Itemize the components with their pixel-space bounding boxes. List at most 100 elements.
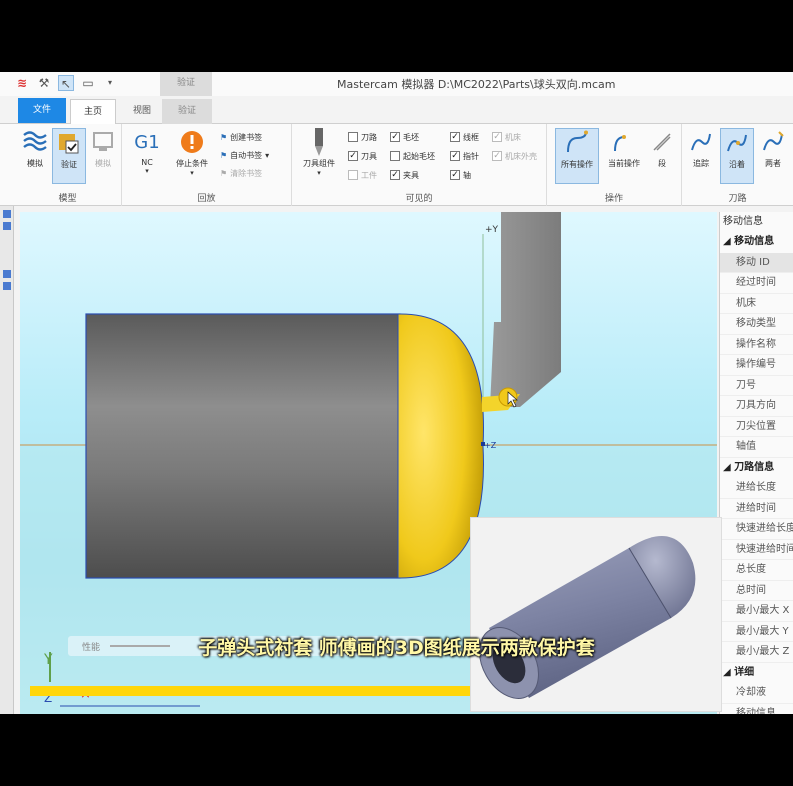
group-label-model: 模型 bbox=[58, 194, 77, 204]
z-axis-label: +Z bbox=[484, 441, 497, 450]
machine-checkbox[interactable]: ✓ 机床 bbox=[492, 130, 521, 144]
both-icon bbox=[759, 128, 787, 156]
row-rapid-time[interactable]: 快速进给时间 bbox=[720, 540, 793, 560]
row-tool-number[interactable]: 刀号 bbox=[720, 376, 793, 396]
row-coolant[interactable]: 冷却液 bbox=[720, 683, 793, 704]
row-machine[interactable]: 机床 bbox=[720, 294, 793, 314]
checkbox-box: ✓ bbox=[390, 131, 400, 142]
nc-button[interactable]: G1 NC ▾ bbox=[130, 128, 164, 176]
nc-label: NC bbox=[141, 158, 153, 167]
tab-view[interactable]: 视图 bbox=[122, 99, 162, 124]
segment-icon bbox=[648, 128, 676, 156]
section-move-info[interactable]: ◢ 移动信息 bbox=[720, 232, 793, 253]
initial-stock-checkbox[interactable]: 起始毛坯 bbox=[390, 149, 435, 163]
row-tip-position[interactable]: 刀尖位置 bbox=[720, 417, 793, 437]
section-toolpath-info[interactable]: ◢ 刀路信息 bbox=[720, 458, 793, 479]
window-title: Mastercam 模拟器 D:\MC2022\Parts\球头双向.mcam bbox=[337, 78, 616, 91]
machine-housing-checkbox-label: 机床外壳 bbox=[505, 151, 537, 161]
wand-icon[interactable]: ⚒ bbox=[36, 75, 52, 91]
fixture-checkbox[interactable]: ✓ 夹具 bbox=[390, 168, 419, 182]
all-operations-label: 所有操作 bbox=[561, 160, 593, 169]
bookmark-add-icon: ⚑ bbox=[220, 132, 228, 142]
workpiece-checkbox[interactable]: 工件 bbox=[348, 168, 377, 182]
create-bookmark-label: 创建书签 bbox=[230, 132, 263, 142]
stock-checkbox[interactable]: ✓ 毛坯 bbox=[390, 130, 419, 144]
row-feed-time[interactable]: 进给时间 bbox=[720, 499, 793, 519]
along-button[interactable]: 沿着 bbox=[720, 128, 754, 184]
machine-housing-checkbox[interactable]: ✓ 机床外壳 bbox=[492, 149, 537, 163]
stock-checkbox-label: 毛坯 bbox=[403, 132, 419, 142]
checkbox-box: ✓ bbox=[348, 150, 358, 161]
dropdown-arrow-icon[interactable]: ▾ bbox=[102, 75, 118, 91]
bookmark-clear-icon: ⚑ bbox=[220, 168, 228, 178]
row-tool-direction[interactable]: 刀具方向 bbox=[720, 396, 793, 417]
row-axis-values[interactable]: 轴值 bbox=[720, 437, 793, 458]
row-operation-name[interactable]: 操作名称 bbox=[720, 335, 793, 355]
section-label: 详细 bbox=[734, 666, 755, 678]
machine-sim-button[interactable]: 模拟 bbox=[86, 128, 120, 169]
group-label-operations: 操作 bbox=[604, 194, 623, 204]
create-bookmark-button[interactable]: ⚑ 创建书签 bbox=[220, 130, 262, 144]
quick-access-toolbar: ≋ ⚒ ↖ ▭ ▾ bbox=[14, 75, 118, 91]
tab-verify[interactable]: 验证 bbox=[162, 99, 212, 124]
toolpath-checkbox-label: 刀路 bbox=[361, 132, 377, 142]
segment-button[interactable]: 段 bbox=[647, 128, 677, 169]
caption-highlight-bar bbox=[30, 686, 470, 696]
group-label-visible: 可见的 bbox=[405, 194, 433, 204]
ribbon-group-operations: 所有操作 当前操作 段 操作 bbox=[547, 124, 682, 206]
axes-checkbox[interactable]: ✓ 轴 bbox=[450, 168, 471, 182]
clear-bookmark-button[interactable]: ⚑ 清除书签 bbox=[220, 166, 262, 180]
current-operation-button[interactable]: 当前操作 bbox=[603, 128, 645, 169]
clear-bookmark-label: 清除书签 bbox=[230, 168, 263, 178]
dock-tab-icon[interactable] bbox=[3, 270, 11, 278]
collapse-triangle-icon: ◢ bbox=[723, 461, 735, 473]
mastercam-logo-icon[interactable]: ≋ bbox=[14, 75, 30, 91]
row-rapid-length[interactable]: 快速进给长度 bbox=[720, 519, 793, 540]
chevron-down-icon: ▾ bbox=[190, 169, 194, 177]
title-bar: ≋ ⚒ ↖ ▭ ▾ 验证 Mastercam 模拟器 D:\MC2022\Par… bbox=[0, 72, 793, 96]
checkbox-box bbox=[348, 132, 358, 142]
simulate-button[interactable]: 模拟 bbox=[18, 128, 52, 169]
checkbox-box bbox=[390, 151, 400, 161]
both-button[interactable]: 两者 bbox=[756, 128, 790, 169]
row-min-max-x[interactable]: 最小/最大 X bbox=[720, 601, 793, 622]
group-label-toolpath: 刀路 bbox=[728, 194, 747, 204]
cursor-icon[interactable]: ↖ bbox=[58, 75, 74, 91]
wireframe-checkbox[interactable]: ✓ 线框 bbox=[450, 130, 479, 144]
trace-button[interactable]: 追踪 bbox=[684, 128, 718, 169]
checkbox-box: ✓ bbox=[450, 150, 460, 161]
row-elapsed-time[interactable]: 经过时间 bbox=[720, 273, 793, 294]
bookmark-auto-icon: ⚑ bbox=[220, 150, 228, 160]
row-total-length[interactable]: 总长度 bbox=[720, 560, 793, 581]
along-label: 沿着 bbox=[729, 160, 745, 169]
section-details[interactable]: ◢ 详细 bbox=[720, 663, 793, 684]
dock-tab-icon[interactable] bbox=[3, 222, 11, 230]
all-operations-button[interactable]: 所有操作 bbox=[555, 128, 599, 184]
row-operation-number[interactable]: 操作编号 bbox=[720, 355, 793, 376]
row-total-time[interactable]: 总时间 bbox=[720, 581, 793, 601]
chevron-down-icon: ▾ bbox=[265, 150, 270, 160]
ribbon-group-playback: G1 NC ▾ 停止条件 ▾ ⚑ 创建书签 ⚑ 自动书签 ▾ ⚑ 清除书签 回放 bbox=[122, 124, 292, 206]
row-move-type[interactable]: 移动类型 bbox=[720, 314, 793, 335]
toolpath-checkbox[interactable]: 刀路 bbox=[348, 130, 377, 144]
tool-assembly-button[interactable]: 刀具组件 ▾ bbox=[296, 128, 342, 177]
row-move-id[interactable]: 移动 ID bbox=[720, 252, 793, 273]
collapse-triangle-icon: ◢ bbox=[723, 666, 735, 678]
monitor-icon[interactable]: ▭ bbox=[80, 75, 96, 91]
dock-tab-icon[interactable] bbox=[3, 210, 11, 218]
stop-condition-button[interactable]: 停止条件 ▾ bbox=[170, 128, 214, 177]
simulate-label: 模拟 bbox=[27, 159, 43, 168]
pointer-checkbox[interactable]: ✓ 指针 bbox=[450, 149, 479, 163]
tab-home[interactable]: 主页 bbox=[70, 99, 116, 124]
tool-checkbox[interactable]: ✓ 刀具 bbox=[348, 149, 377, 163]
wireframe-checkbox-label: 线框 bbox=[463, 132, 479, 142]
checkbox-box: ✓ bbox=[492, 150, 502, 161]
dock-tab-icon[interactable] bbox=[3, 282, 11, 290]
row-feed-length[interactable]: 进给长度 bbox=[720, 478, 793, 499]
verify-button[interactable]: 验证 bbox=[52, 128, 86, 184]
machine-checkbox-label: 机床 bbox=[505, 132, 521, 142]
auto-bookmark-button[interactable]: ⚑ 自动书签 ▾ bbox=[220, 148, 269, 162]
panel-footer-tab[interactable]: 移动信息 bbox=[720, 704, 793, 715]
tab-file[interactable]: 文件 bbox=[18, 98, 66, 123]
ribbon-group-visible: 刀具组件 ▾ 刀路 ✓ 刀具 工件 ✓ 毛坯 起始毛坯 ✓ 夹具 ✓ 线框 ✓ 指针 ✓ 轴… bbox=[292, 124, 547, 206]
